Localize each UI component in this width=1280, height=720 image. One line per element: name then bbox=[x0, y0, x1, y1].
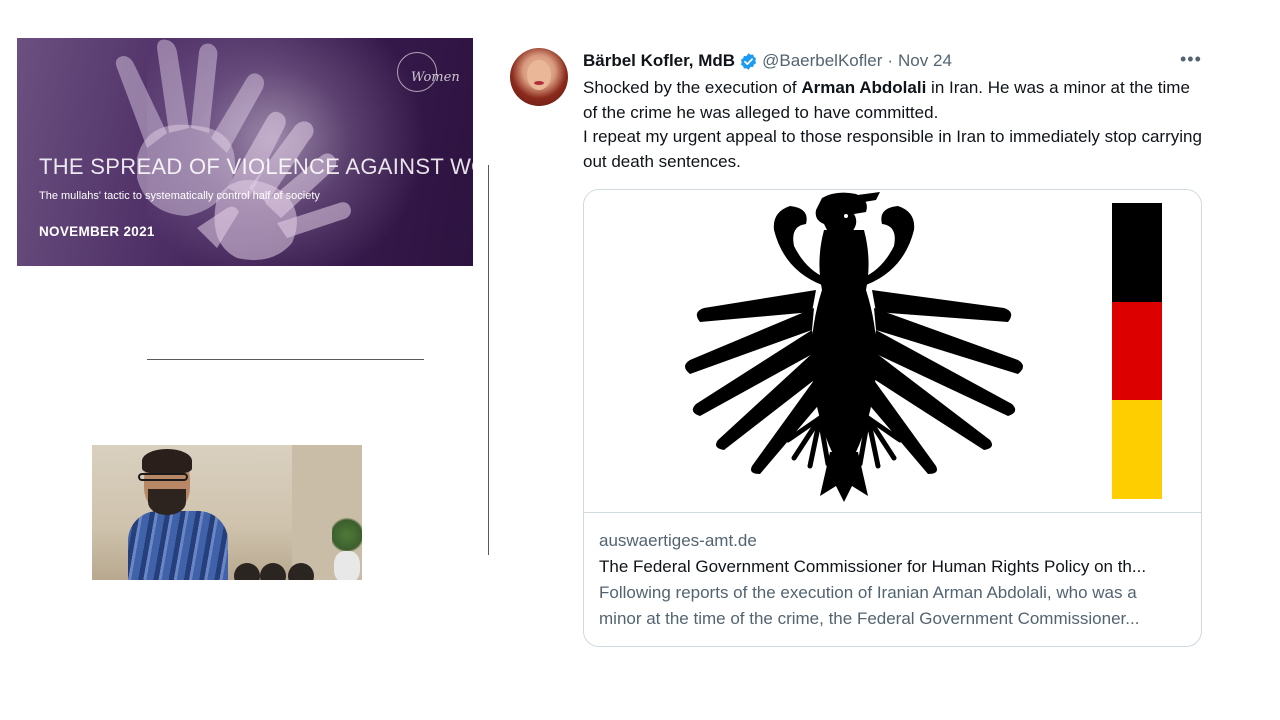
author-handle[interactable]: @BaerbelKofler bbox=[762, 51, 882, 71]
link-preview-card[interactable]: auswaertiges-amt.de The Federal Governme… bbox=[583, 189, 1202, 647]
tweet-header: Bärbel Kofler, MdB @BaerbelKofler · Nov … bbox=[583, 50, 952, 72]
card-image[interactable] bbox=[584, 190, 1201, 513]
card-text[interactable]: auswaertiges-amt.de The Federal Governme… bbox=[599, 528, 1189, 632]
banner-date: NOVEMBER 2021 bbox=[39, 224, 155, 239]
tweet-bold-name: Arman Abdolali bbox=[801, 78, 927, 97]
tweet-date[interactable]: Nov 24 bbox=[898, 51, 952, 71]
author-name[interactable]: Bärbel Kofler, MdB bbox=[583, 51, 735, 71]
more-options-icon[interactable]: ••• bbox=[1180, 50, 1202, 68]
banner-subtitle: The mullahs' tactic to systematically co… bbox=[39, 190, 320, 202]
card-domain[interactable]: auswaertiges-amt.de bbox=[599, 528, 1189, 554]
author-avatar[interactable] bbox=[510, 48, 568, 106]
banner-title: THE SPREAD OF VIOLENCE AGAINST WOMEN bbox=[39, 154, 473, 179]
card-description: Following reports of the execution of Ir… bbox=[599, 583, 1140, 628]
horizontal-divider bbox=[147, 359, 424, 360]
report-banner-image: Women THE SPREAD OF VIOLENCE AGAINST WOM… bbox=[17, 38, 473, 266]
card-title[interactable]: The Federal Government Commissioner for … bbox=[599, 554, 1189, 580]
federal-eagle-icon bbox=[685, 192, 1023, 502]
german-flag bbox=[1112, 203, 1162, 500]
tweet-text: Shocked by the execution of Arman Abdola… bbox=[583, 78, 1202, 171]
courtroom-photo bbox=[92, 445, 362, 580]
header-separator: · bbox=[887, 51, 894, 70]
women-committee-logo: Women bbox=[397, 52, 460, 98]
verified-badge-icon bbox=[741, 52, 757, 70]
tweet[interactable]: Bärbel Kofler, MdB @BaerbelKofler · Nov … bbox=[510, 44, 1210, 664]
vertical-divider bbox=[488, 165, 489, 555]
